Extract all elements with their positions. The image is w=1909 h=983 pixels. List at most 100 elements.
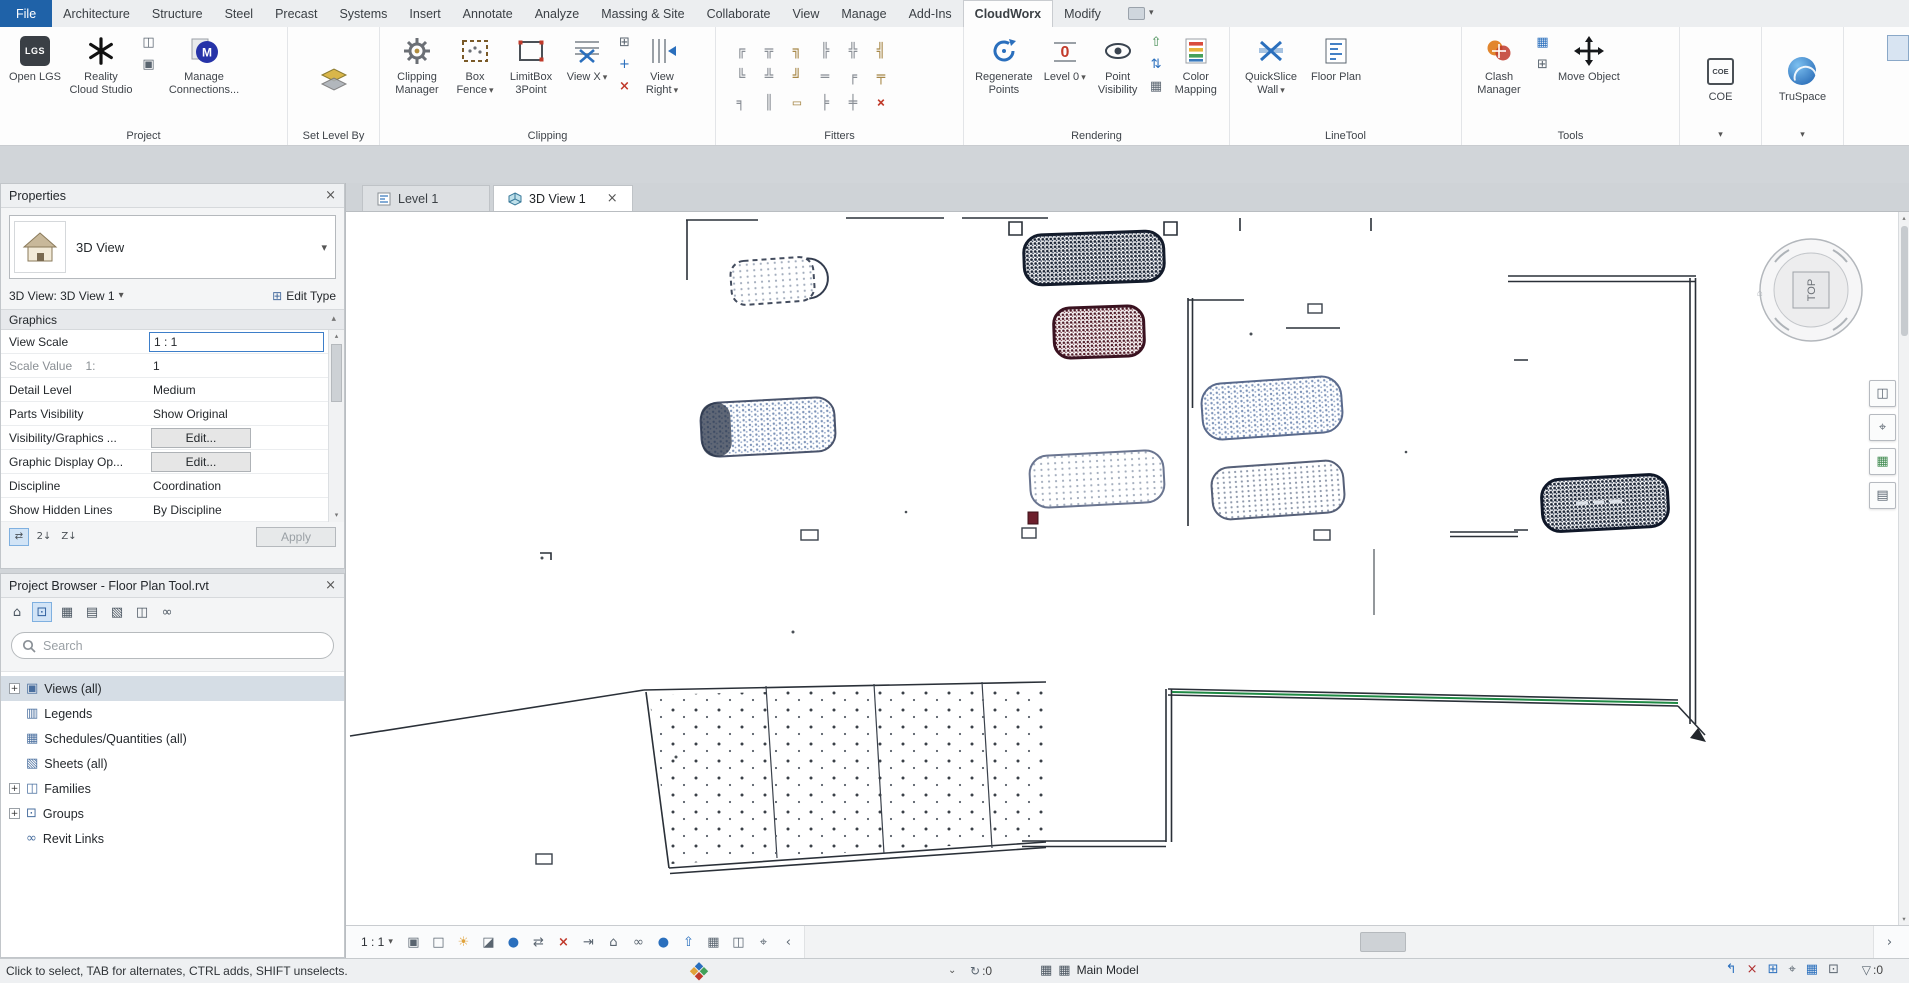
floor-plan-button[interactable]: Floor Plan xyxy=(1308,31,1364,86)
tree-item-legends[interactable]: ▥ Legends xyxy=(1,701,344,726)
fitter-icon[interactable]: ╤ xyxy=(868,65,894,89)
fitter-icon[interactable]: ║ xyxy=(756,91,782,115)
sheet-issues-icon[interactable]: ◫ xyxy=(727,931,750,954)
scroll-down-icon[interactable]: ▾ xyxy=(1902,913,1905,925)
quickslice-wall-button[interactable]: QuickSlice Wall▾ xyxy=(1236,31,1306,98)
point-visibility-button[interactable]: Point Visibility xyxy=(1092,31,1144,98)
scroll-up-icon[interactable]: ▴ xyxy=(335,330,339,343)
level-0-button[interactable]: 0 Level 0▾ xyxy=(1040,31,1090,86)
exclude-options-icon[interactable]: ⊡ xyxy=(1828,963,1839,976)
tab-steel[interactable]: Steel xyxy=(214,0,265,27)
active-model-selector[interactable]: ▦ ▦ Main Model xyxy=(1040,963,1139,977)
wheel-home-icon[interactable]: ⌂ xyxy=(1757,288,1763,299)
tab-modify[interactable]: Modify xyxy=(1053,0,1112,27)
points-updown-icon[interactable]: ⇅ xyxy=(1148,56,1165,73)
fitter-icon[interactable]: ╬ xyxy=(840,39,866,63)
collapse-icon[interactable]: ▴ xyxy=(331,315,336,324)
scroll-up-icon[interactable]: ▴ xyxy=(1902,212,1905,224)
tree-item-views[interactable]: + ▣ Views (all) xyxy=(1,676,344,701)
tab-systems[interactable]: Systems xyxy=(328,0,398,27)
sort-alpha-icon[interactable]: Z↓ xyxy=(59,528,79,546)
pan-left-icon[interactable]: ‹ xyxy=(777,931,800,954)
crop-view-icon[interactable]: ⇄ xyxy=(527,931,550,954)
remove-clip-icon[interactable]: × xyxy=(616,78,633,95)
chevron-down-icon[interactable]: ▾ xyxy=(321,242,327,253)
viewcube-top-face[interactable]: TOP xyxy=(1806,279,1818,301)
page-icon[interactable]: ◫ xyxy=(132,602,152,622)
home-icon[interactable]: ⌂ xyxy=(7,602,27,622)
tab-structure[interactable]: Structure xyxy=(141,0,214,27)
properties-toggle-icon[interactable]: ⇄ xyxy=(9,528,29,546)
view-name[interactable]: 3D View: 3D View 1 xyxy=(9,289,115,303)
color-mapping-button[interactable]: Color Mapping xyxy=(1169,31,1223,98)
apply-button[interactable]: Apply xyxy=(256,527,336,547)
search-input[interactable] xyxy=(43,639,323,653)
tab-annotate[interactable]: Annotate xyxy=(452,0,524,27)
fitter-icon[interactable]: ╞ xyxy=(812,91,838,115)
view-tab-level-1[interactable]: Level 1 xyxy=(362,185,490,211)
open-lgs-button[interactable]: LGS Open LGS xyxy=(6,31,64,86)
limitbox-3point-button[interactable]: LimitBox 3Point xyxy=(502,31,560,98)
table-icon[interactable]: ▦ xyxy=(57,602,77,622)
hide-crop-icon[interactable]: × xyxy=(552,931,575,954)
detail-level-icon[interactable]: ▣ xyxy=(402,931,425,954)
vertical-scrollbar[interactable]: ▴ ▾ xyxy=(1898,212,1909,925)
panel-expand-icon[interactable]: ▾ xyxy=(1718,131,1723,140)
point-cloud-view[interactable] xyxy=(346,212,1899,925)
select-tool-icon[interactable]: ⌖ xyxy=(1788,963,1795,976)
fitter-icon[interactable]: ╦ xyxy=(756,39,782,63)
property-value[interactable]: Show Original xyxy=(149,404,324,424)
reality-cloud-studio-button[interactable]: Reality Cloud Studio xyxy=(66,31,136,98)
axes-icon[interactable]: + xyxy=(616,56,633,73)
fitter-icon[interactable]: ╚ xyxy=(728,65,754,89)
list-icon[interactable]: ▤ xyxy=(82,602,102,622)
tab-architecture[interactable]: Architecture xyxy=(52,0,141,27)
points-grid-icon[interactable]: ▦ xyxy=(1148,78,1165,95)
fitter-icon[interactable]: ═ xyxy=(812,65,838,89)
mini-panel-button-3[interactable]: ▦ xyxy=(1869,448,1896,475)
tab-analyze[interactable]: Analyze xyxy=(524,0,590,27)
manage-connections-button[interactable]: M Manage Connections... xyxy=(161,31,247,98)
close-icon[interactable]: × xyxy=(325,579,336,592)
chevron-down-icon[interactable]: ⌄ xyxy=(948,966,956,976)
link-icon[interactable]: ∞ xyxy=(157,602,177,622)
worksharing-off-icon[interactable]: × xyxy=(1747,963,1758,976)
constraints-icon[interactable]: ● xyxy=(652,931,675,954)
model-view[interactable]: TOP ⌂ ◫ ⌖ ▦ ▤ ▴ ▾ xyxy=(346,211,1909,925)
tree-item-revit-links[interactable]: ∞ Revit Links xyxy=(1,826,344,851)
close-icon[interactable]: × xyxy=(325,189,336,202)
scrollbar-thumb[interactable] xyxy=(1360,932,1406,952)
set-level-by-button[interactable] xyxy=(309,59,359,99)
tab-insert[interactable]: Insert xyxy=(398,0,451,27)
points-up-icon[interactable]: ⇧ xyxy=(1148,34,1165,51)
sheet-icon[interactable]: ▧ xyxy=(107,602,127,622)
mini-panel-button-1[interactable]: ◫ xyxy=(1869,380,1896,407)
fitter-icon[interactable]: × xyxy=(868,91,894,115)
property-value[interactable]: 1 xyxy=(149,356,324,376)
tree-item-groups[interactable]: + ⊡ Groups xyxy=(1,801,344,826)
sort-numeric-icon[interactable]: 2↓ xyxy=(34,528,54,546)
sun-path-icon[interactable]: ☀ xyxy=(452,931,475,954)
move-object-button[interactable]: Move Object xyxy=(1555,31,1623,86)
property-value[interactable]: 1 : 1 xyxy=(149,332,324,352)
clash-grid-icon[interactable]: ▦ xyxy=(1534,34,1551,51)
ribbon-overflow-partial-button[interactable] xyxy=(1887,27,1909,145)
box-fence-button[interactable]: Box Fence▾ xyxy=(450,31,500,98)
close-tab-icon[interactable]: × xyxy=(607,192,618,205)
fitter-icon[interactable]: ╗ xyxy=(784,39,810,63)
pan-right-icon[interactable]: › xyxy=(1878,931,1901,954)
tree-item-schedules[interactable]: ▦ Schedules/Quantities (all) xyxy=(1,726,344,751)
tab-massing-site[interactable]: Massing & Site xyxy=(590,0,695,27)
expand-icon[interactable]: + xyxy=(9,683,20,694)
search-box[interactable] xyxy=(11,632,334,659)
mini-panel-button-4[interactable]: ▤ xyxy=(1869,482,1896,509)
links-status-icon[interactable]: ▦ xyxy=(1806,963,1818,976)
temporary-hide-icon[interactable]: ⇥ xyxy=(577,931,600,954)
truspace-button[interactable]: TruSpace xyxy=(1776,51,1829,106)
tab-collaborate[interactable]: Collaborate xyxy=(696,0,782,27)
edit-type-button[interactable]: ⊞ Edit Type xyxy=(272,289,336,303)
property-value[interactable]: By Discipline xyxy=(149,500,324,520)
edit-button[interactable]: Edit... xyxy=(151,452,251,472)
tab-manage[interactable]: Manage xyxy=(830,0,897,27)
clash-add-icon[interactable]: ⊞ xyxy=(1534,56,1551,73)
